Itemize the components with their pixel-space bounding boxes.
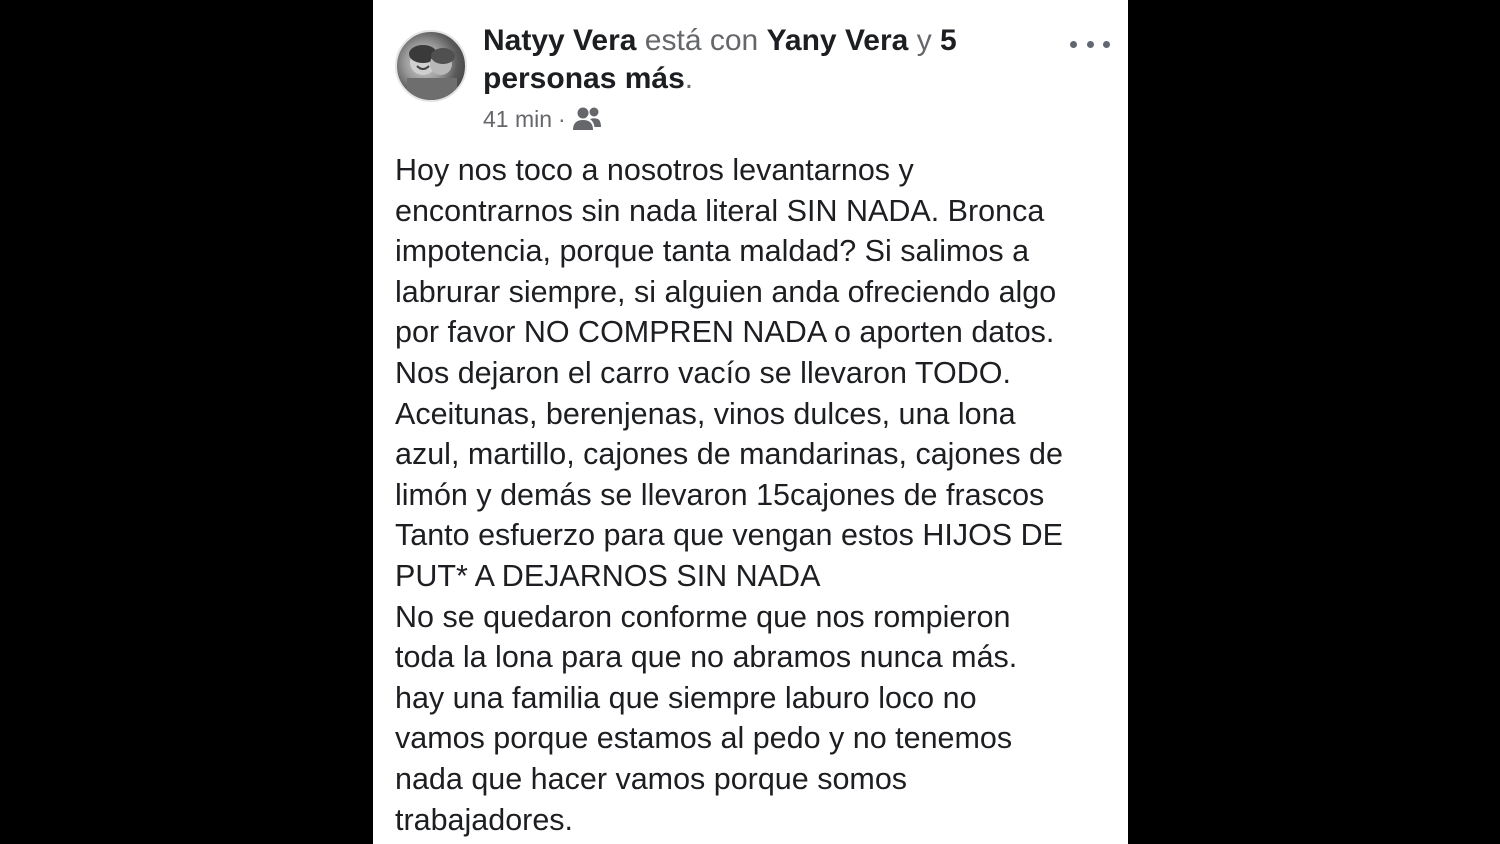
- post-line: Aceitunas, berenjenas, vinos dulces, una…: [395, 396, 1016, 431]
- trailing-period: .: [684, 62, 694, 95]
- post-line: nada que hacer vamos porque somos: [395, 761, 908, 796]
- tagged-friend-link[interactable]: Yany Vera: [767, 24, 909, 57]
- more-dot: [1103, 40, 1110, 48]
- post-timestamp[interactable]: 41 min: [483, 104, 552, 134]
- post-line: toda la lona para que no abramos nunca m…: [395, 640, 1018, 675]
- post-line: impotencia, porque tanta maldad? Si sali…: [395, 234, 1030, 269]
- post-line: por favor NO COMPREN NADA o aporten dato…: [395, 315, 1055, 350]
- post-line: limón y demás se llevaron 15cajones de f…: [395, 477, 1045, 512]
- post-header: Natyy Vera está con Yany Vera y 5 persona…: [395, 22, 1110, 142]
- others-label: personas más: [483, 62, 685, 95]
- post-meta: 41 min ·: [483, 104, 602, 134]
- more-dot: [1086, 40, 1094, 48]
- more-dot: [1070, 40, 1077, 48]
- post-line: Hoy nos toco a nosotros levantarnos y: [395, 153, 914, 187]
- more-options-icon[interactable]: [1070, 32, 1110, 56]
- facebook-post-card: Natyy Vera está con Yany Vera y 5 persona…: [373, 0, 1128, 844]
- with-connector: está con: [644, 24, 759, 57]
- post-line: encontrarnos sin nada literal SIN NADA. …: [395, 193, 1045, 228]
- screenshot-stage: Natyy Vera está con Yany Vera y 5 persona…: [0, 0, 1500, 844]
- post-line: labrurar siempre, si alguien anda ofreci…: [395, 274, 1057, 309]
- post-line: No se quedaron conforme que nos rompiero…: [395, 599, 1011, 634]
- post-line: Tanto esfuerzo para que vengan estos HIJ…: [395, 518, 1063, 553]
- and-connector: y: [916, 24, 932, 57]
- author-avatar[interactable]: [395, 30, 467, 102]
- others-count: 5: [940, 24, 957, 57]
- post-line: Nos dejaron el carro vacío se llevaron T…: [395, 355, 1011, 390]
- post-line: hay una familia que siempre laburo loco …: [395, 680, 977, 715]
- post-line: azul, martillo, cajones de mandarinas, c…: [395, 437, 1063, 472]
- avatar-photo: [407, 45, 457, 100]
- post-line: PUT* A DEJARNOS SIN NADA: [395, 558, 821, 593]
- author-name-link[interactable]: Natyy Vera: [483, 24, 636, 57]
- meta-separator: ·: [558, 106, 566, 132]
- post-line: trabajadores.: [395, 802, 574, 837]
- friends-icon[interactable]: [572, 106, 602, 132]
- post-line: vamos porque estamos al pedo y no tenemo…: [395, 721, 1013, 756]
- post-body: Hoy nos toco a nosotros levantarnos y en…: [395, 150, 1110, 840]
- post-author-line: Natyy Vera está con Yany Vera y 5 persona…: [483, 22, 1043, 98]
